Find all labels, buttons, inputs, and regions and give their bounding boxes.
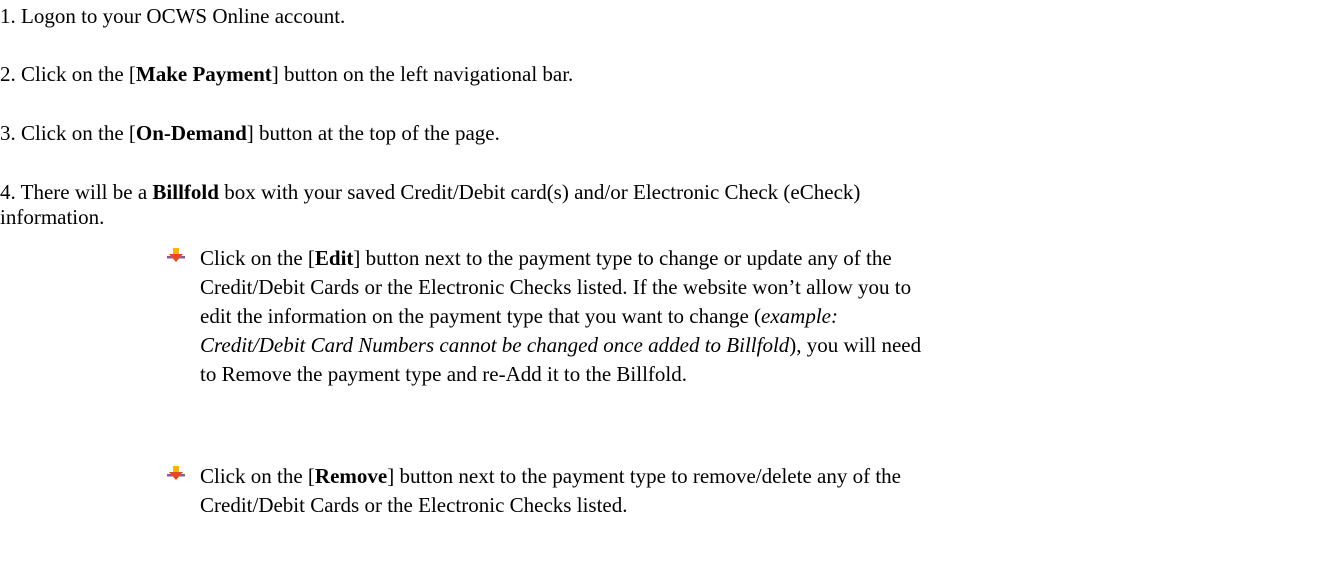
on-demand-label: On-Demand bbox=[135, 121, 247, 145]
step-2-post: ] button on the left navigational bar. bbox=[271, 62, 574, 86]
step-1-text: 1. Logon to your OCWS Online account. bbox=[0, 4, 346, 28]
bullet-remove-line-2: Credit/Debit Cards or the Electronic Che… bbox=[200, 493, 628, 517]
step-1: 1. Logon to your OCWS Online account. bbox=[0, 4, 345, 29]
bullet-edit-line-5: to Remove the payment type and re-Add it… bbox=[200, 362, 687, 386]
arrow-down-bullet-icon bbox=[167, 248, 185, 262]
step-3-pre: 3. Click on the [ bbox=[0, 121, 136, 145]
step-3: 3. Click on the [On-Demand] button at th… bbox=[0, 121, 500, 146]
step-4-line1-post: box with your saved Credit/Debit card(s)… bbox=[218, 180, 861, 204]
bullet-edit-line-4: Credit/Debit Card Numbers cannot be chan… bbox=[200, 331, 1280, 360]
bullet-edit-line-2: Credit/Debit Cards or the Electronic Che… bbox=[200, 275, 912, 299]
bullet-edit-l1-pre: Click on the [ bbox=[200, 246, 315, 270]
instructions-document: 1. Logon to your OCWS Online account. 2.… bbox=[0, 0, 1327, 586]
bullet-remove-line-1: Click on the [Remove] button next to the… bbox=[200, 462, 1280, 491]
make-payment-label: Make Payment bbox=[135, 62, 272, 86]
bullet-edit-l3-pre: edit the information on the payment type… bbox=[200, 304, 762, 328]
bullet-remove-text: Click on the [Remove] button next to the… bbox=[200, 462, 1280, 520]
step-4: 4. There will be a Billfold box with you… bbox=[0, 180, 1327, 230]
step-2: 2. Click on the [Make Payment] button on… bbox=[0, 62, 573, 87]
remove-label: Remove bbox=[314, 464, 388, 488]
bullet-edit-l1-post: ] button next to the payment type to cha… bbox=[353, 246, 892, 270]
bullet-edit-line-1: Click on the [Edit] button next to the p… bbox=[200, 244, 1280, 273]
bullet-edit-line-3: edit the information on the payment type… bbox=[200, 302, 1280, 331]
example-label: example: bbox=[761, 304, 838, 328]
billfold-label: Billfold bbox=[152, 180, 219, 204]
step-2-pre: 2. Click on the [ bbox=[0, 62, 136, 86]
bullet-remove-l1-pre: Click on the [ bbox=[200, 464, 315, 488]
step-4-pre: 4. There will be a bbox=[0, 180, 153, 204]
edit-label: Edit bbox=[314, 246, 354, 270]
example-note: Credit/Debit Card Numbers cannot be chan… bbox=[200, 333, 790, 357]
bullet-remove-l1-post: ] button next to the payment type to rem… bbox=[387, 464, 901, 488]
arrow-down-bullet-icon bbox=[167, 466, 185, 480]
step-3-post: ] button at the top of the page. bbox=[246, 121, 500, 145]
bullet-edit-text: Click on the [Edit] button next to the p… bbox=[200, 244, 1280, 389]
bullet-edit-l4-post: ), you will need bbox=[789, 333, 922, 357]
step-4-line2: information. bbox=[0, 205, 105, 229]
